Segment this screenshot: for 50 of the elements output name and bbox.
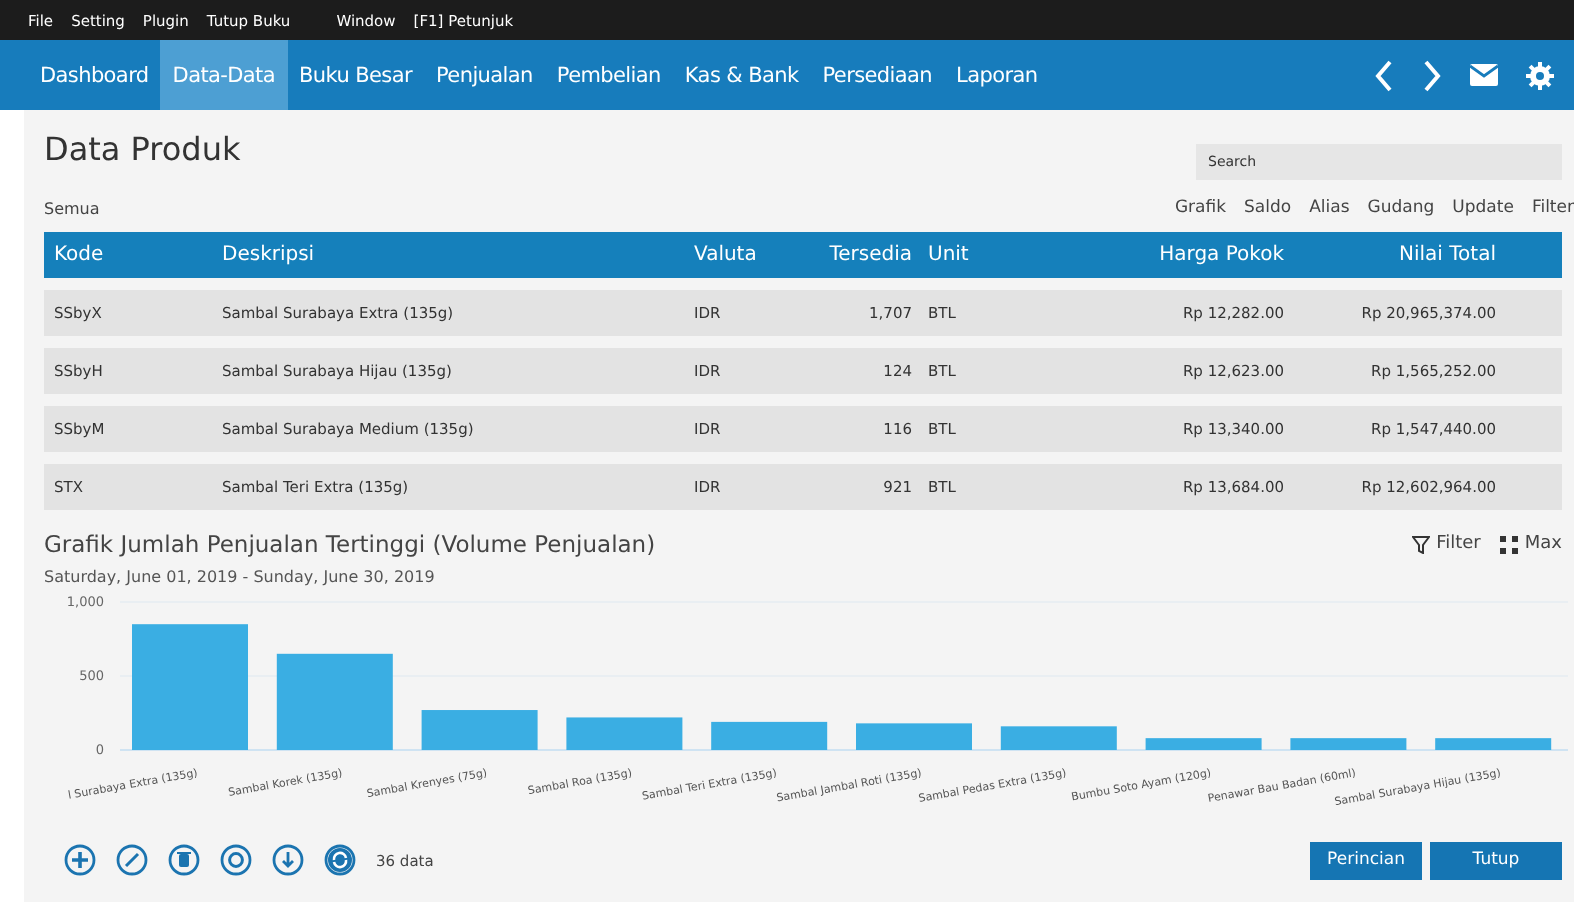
expand-icon xyxy=(1500,535,1519,553)
toolbar-link[interactable]: Grafik xyxy=(1174,198,1227,218)
column-header: Kode xyxy=(52,244,106,266)
column-header: Nilai Total xyxy=(1397,244,1496,266)
bar xyxy=(711,721,828,750)
column-header: Harga Pokok xyxy=(1157,244,1284,266)
toolbar-link[interactable]: Update xyxy=(1452,198,1514,218)
nav-tab[interactable]: Pembelian xyxy=(544,40,673,110)
toolbar-link[interactable]: Gudang xyxy=(1367,198,1435,218)
bar xyxy=(856,723,972,750)
settings-icon[interactable] xyxy=(1526,61,1554,89)
page-title: Data Produk xyxy=(44,130,241,168)
nav-tab[interactable]: Persediaan xyxy=(810,40,945,110)
maximize-button[interactable]: Max xyxy=(1500,534,1562,554)
bar xyxy=(421,710,538,750)
toolbar-link[interactable]: Alias xyxy=(1309,198,1350,218)
close-button[interactable]: Tutup xyxy=(1430,841,1562,879)
back-icon[interactable] xyxy=(1374,59,1394,91)
nav-tab[interactable]: Buku Besar xyxy=(287,40,425,110)
nav-tab[interactable]: Penjualan xyxy=(424,40,545,110)
column-header: Unit xyxy=(926,244,971,266)
bar xyxy=(1145,738,1262,750)
toolbar-link[interactable]: Filter xyxy=(1531,198,1574,218)
bar xyxy=(566,717,683,750)
nav-tab[interactable]: Dashboard xyxy=(28,40,161,110)
chart-title: Grafik Jumlah Penjualan Tertinggi (Volume Penjualan) xyxy=(44,530,656,558)
nav-tab[interactable]: Kas & Bank xyxy=(672,40,811,110)
filter-label: Semua xyxy=(44,199,100,217)
bar xyxy=(1435,738,1552,750)
bar xyxy=(276,653,393,750)
refresh-button[interactable] xyxy=(220,844,252,876)
column-header: Deskripsi xyxy=(220,244,317,266)
toolbar-link[interactable]: Saldo xyxy=(1244,198,1292,218)
edit-button[interactable] xyxy=(116,844,148,876)
bar xyxy=(1290,738,1407,750)
date-range: Saturday, June 01, 2019 - Sunday, June 30, 2019 xyxy=(42,566,437,586)
bar xyxy=(1000,726,1117,750)
bar xyxy=(132,624,248,750)
forward-icon[interactable] xyxy=(1422,59,1442,91)
filter-button[interactable]: Filter xyxy=(1412,534,1481,554)
download-button[interactable] xyxy=(272,844,304,876)
delete-button[interactable] xyxy=(168,844,200,876)
sync-button[interactable] xyxy=(324,844,356,876)
details-button[interactable]: Perincian xyxy=(1310,841,1422,879)
nav-tab[interactable]: Laporan xyxy=(944,40,1050,110)
filter-icon xyxy=(1412,535,1431,553)
add-button[interactable] xyxy=(64,844,96,876)
column-header: Tersedia xyxy=(827,244,912,266)
column-header: Valuta xyxy=(692,244,759,266)
envelope-icon[interactable] xyxy=(1470,64,1498,86)
